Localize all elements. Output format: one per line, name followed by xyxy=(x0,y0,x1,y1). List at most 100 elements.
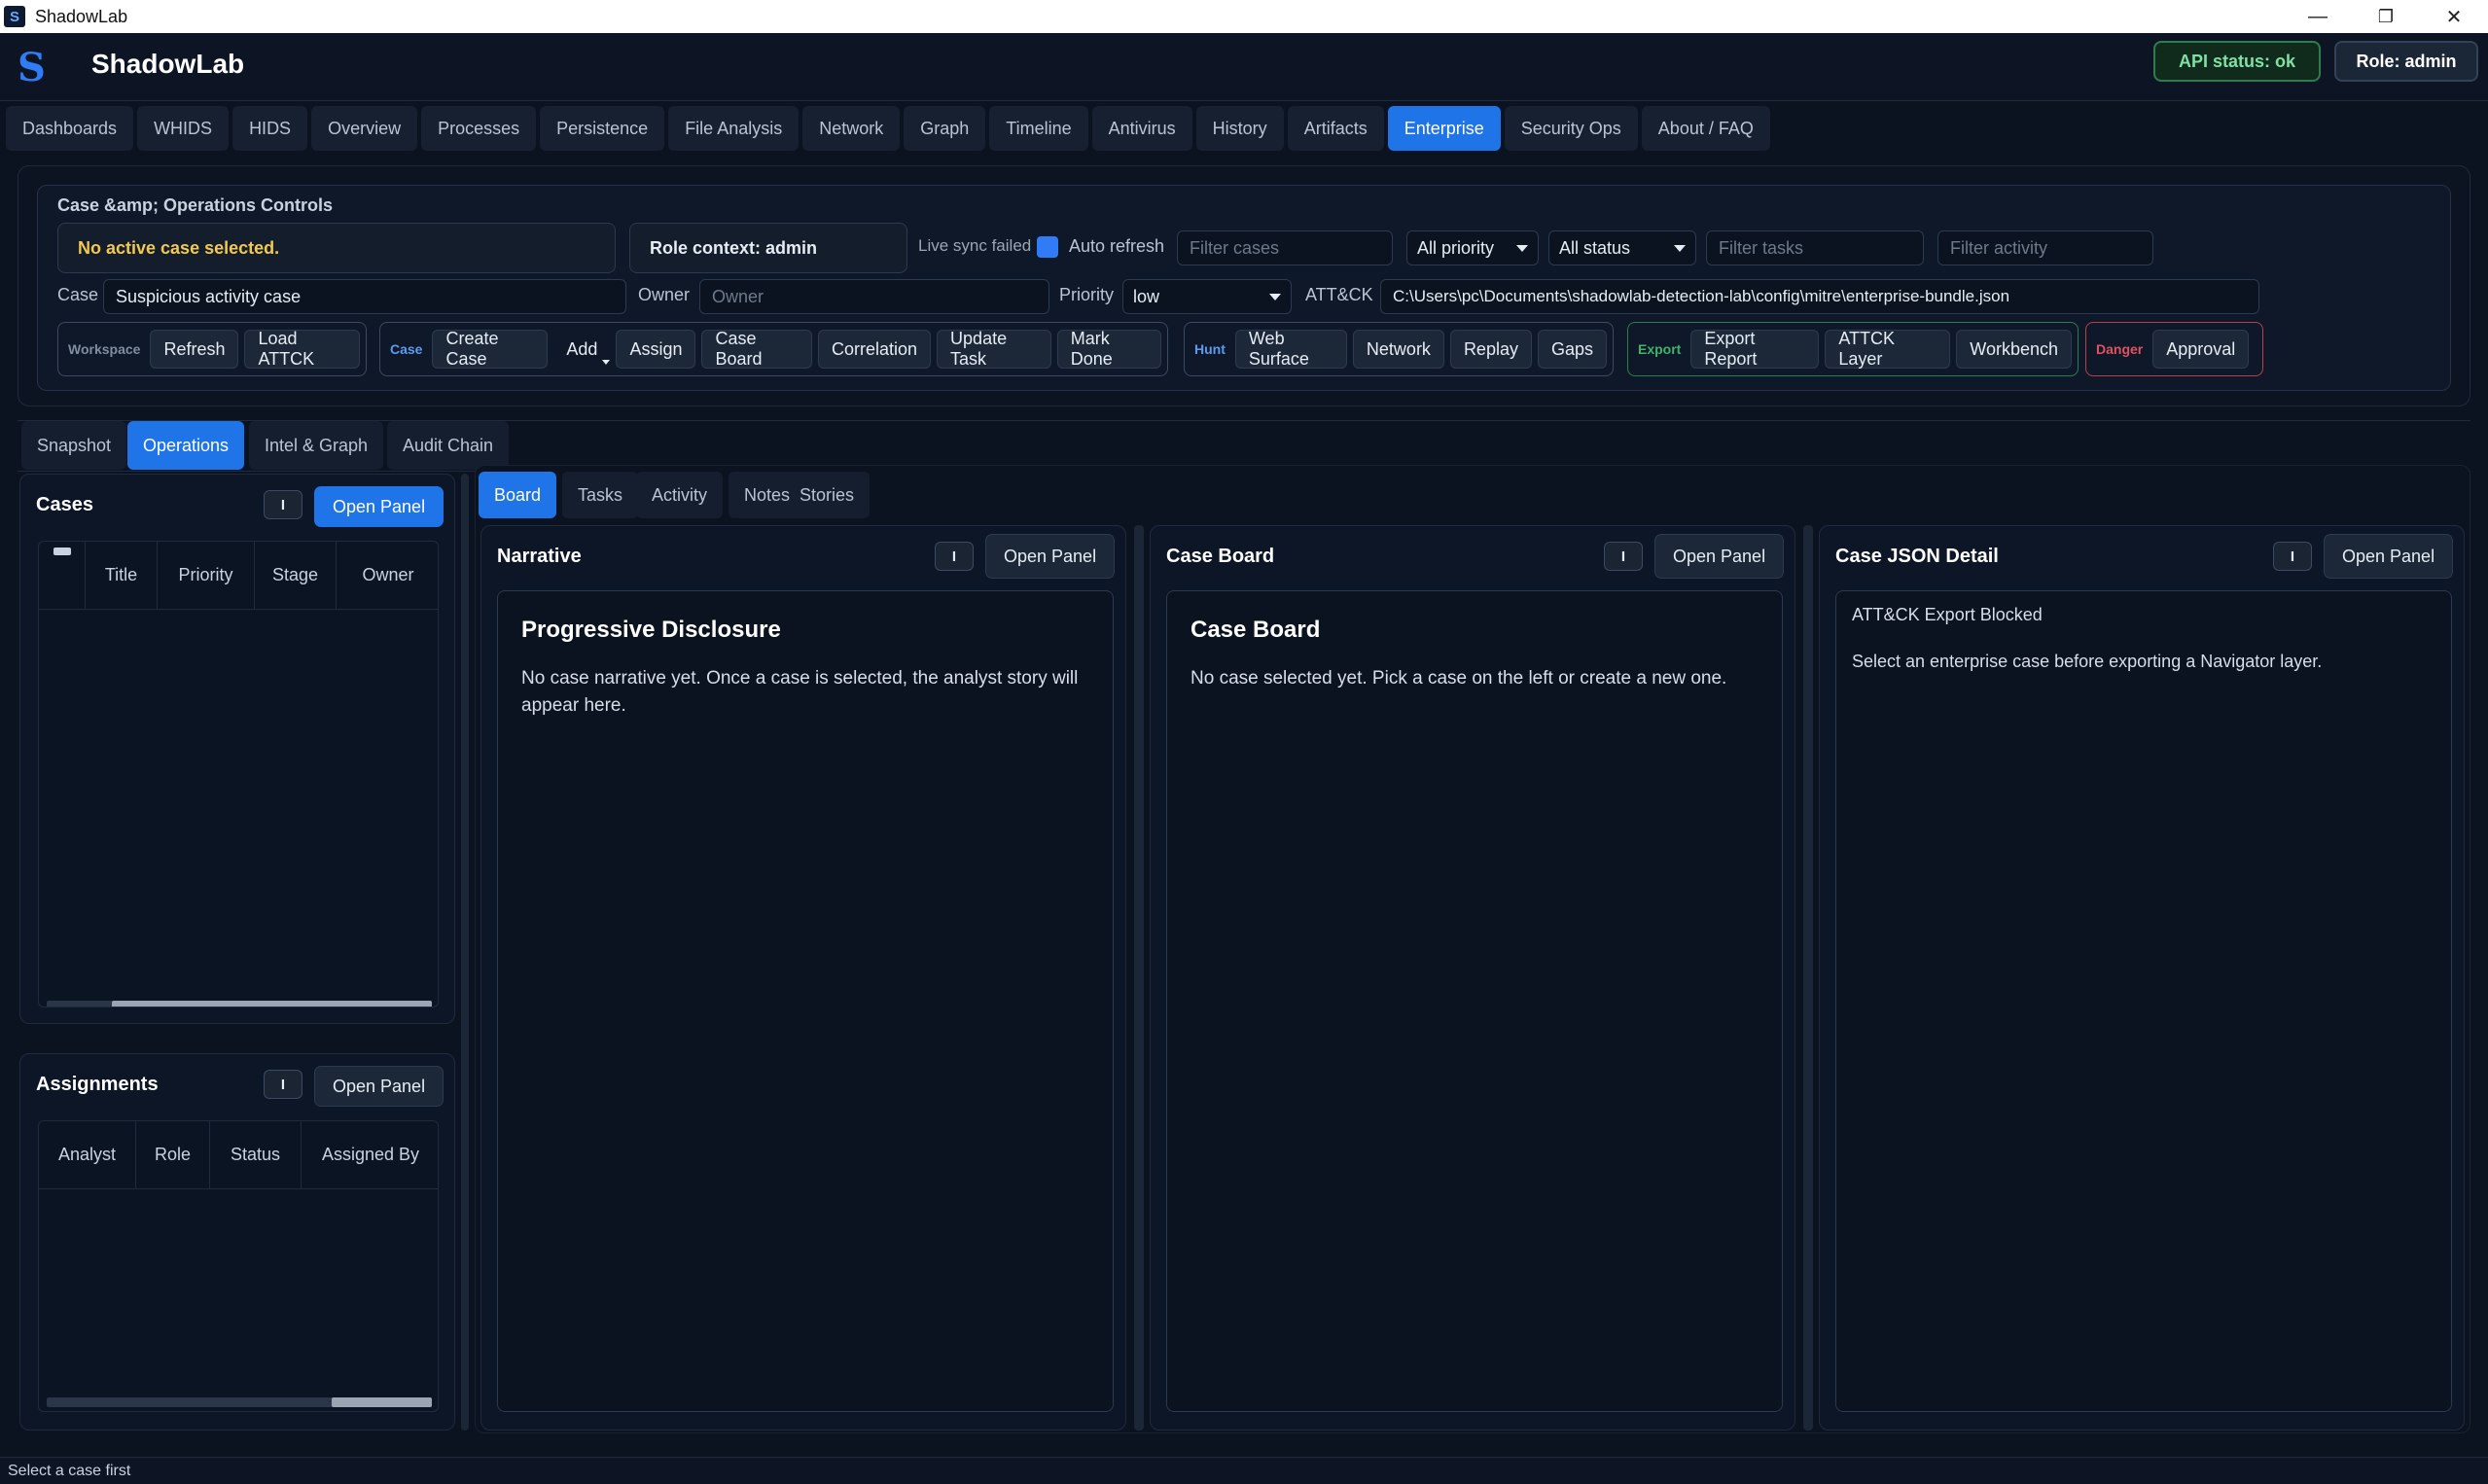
column-stage[interactable]: Stage xyxy=(255,542,337,610)
case-label: Case xyxy=(57,285,99,304)
export-report-button[interactable]: Export Report xyxy=(1690,329,1820,369)
role-badge[interactable]: Role: admin xyxy=(2334,41,2478,82)
filter-activity-input[interactable]: Filter activity xyxy=(1937,230,2153,265)
status-filter-select[interactable]: All status xyxy=(1548,230,1696,265)
add-label: Add xyxy=(566,338,598,359)
info-icon[interactable]: I xyxy=(2273,542,2312,571)
board-tab-board[interactable]: Board xyxy=(479,472,557,518)
case-board-button[interactable]: Case Board xyxy=(701,329,812,369)
workbench-button[interactable]: Workbench xyxy=(1956,330,2072,369)
narrative-heading: Progressive Disclosure xyxy=(521,617,781,643)
tab-persistence[interactable]: Persistence xyxy=(540,106,665,151)
open-cases-panel-button[interactable]: Open Panel xyxy=(314,486,444,527)
subtab-intel-graph[interactable]: Intel & Graph xyxy=(249,421,384,470)
info-icon[interactable]: I xyxy=(264,490,302,519)
info-icon[interactable]: I xyxy=(1604,542,1643,571)
tab-antivirus[interactable]: Antivirus xyxy=(1091,106,1192,151)
mark-done-button[interactable]: Mark Done xyxy=(1056,329,1161,369)
filter-tasks-input[interactable]: Filter tasks xyxy=(1706,230,1924,265)
info-icon[interactable]: I xyxy=(264,1070,302,1099)
approval-button[interactable]: Approval xyxy=(2152,330,2250,369)
tab-about-faq[interactable]: About / FAQ xyxy=(1641,106,1770,151)
tab-overview[interactable]: Overview xyxy=(311,106,418,151)
web-surface-button[interactable]: Web Surface xyxy=(1234,329,1347,369)
info-icon[interactable]: I xyxy=(935,542,974,571)
tab-artifacts[interactable]: Artifacts xyxy=(1287,106,1384,151)
narrative-panel: Narrative I Open Panel Progressive Discl… xyxy=(480,525,1126,1431)
open-assignments-panel-button[interactable]: Open Panel xyxy=(314,1066,444,1107)
tab-hids[interactable]: HIDS xyxy=(232,106,308,151)
subtab-audit-chain[interactable]: Audit Chain xyxy=(387,421,510,470)
chevron-down-icon xyxy=(1269,294,1281,300)
case-json-title: Case JSON Detail xyxy=(1835,546,1999,567)
tab-history[interactable]: History xyxy=(1195,106,1284,151)
case-board-heading: Case Board xyxy=(1191,617,1321,643)
divider xyxy=(18,420,2470,421)
board-tab-notes-stories[interactable]: Notes Stories xyxy=(729,472,871,518)
open-narrative-panel-button[interactable]: Open Panel xyxy=(985,534,1116,579)
attck-layer-button[interactable]: ATTCK Layer xyxy=(1825,329,1951,369)
cases-scrollbar[interactable] xyxy=(47,1001,432,1007)
column-assigned-by[interactable]: Assigned By xyxy=(302,1121,438,1189)
column-analyst[interactable]: Analyst xyxy=(39,1121,136,1189)
tab-security-ops[interactable]: Security Ops xyxy=(1504,106,1638,151)
tab-dashboards[interactable]: Dashboards xyxy=(6,106,134,151)
subtab-operations[interactable]: Operations xyxy=(127,421,245,470)
open-case-board-panel-button[interactable]: Open Panel xyxy=(1654,534,1785,579)
splitter-handle[interactable] xyxy=(461,474,469,1431)
scrollbar-thumb[interactable] xyxy=(332,1397,432,1407)
tab-enterprise[interactable]: Enterprise xyxy=(1387,106,1501,151)
column-title[interactable]: Title xyxy=(86,542,158,610)
column-owner[interactable]: Owner xyxy=(337,542,438,610)
window-titlebar: S ShadowLab — ❐ ✕ xyxy=(0,0,2488,33)
app-icon: S xyxy=(4,6,25,27)
cases-title: Cases xyxy=(36,494,93,515)
splitter-handle[interactable] xyxy=(1134,525,1144,1431)
select-all-icon[interactable] xyxy=(39,542,86,610)
tab-file-analysis[interactable]: File Analysis xyxy=(668,106,800,151)
case-name-input[interactable]: Suspicious activity case xyxy=(103,279,626,314)
main-tab-bar: Dashboards WHIDS HIDS Overview Processes… xyxy=(0,101,2488,156)
subtab-snapshot[interactable]: Snapshot xyxy=(21,421,127,470)
board-tab-activity[interactable]: Activity xyxy=(636,472,724,518)
assignments-scrollbar[interactable] xyxy=(47,1397,432,1407)
case-tag: Case xyxy=(390,341,423,357)
tab-processes[interactable]: Processes xyxy=(421,106,537,151)
column-status[interactable]: Status xyxy=(210,1121,302,1189)
restore-icon[interactable]: ❐ xyxy=(2352,0,2420,33)
refresh-button[interactable]: Refresh xyxy=(150,330,239,369)
assignments-table: Analyst Role Status Assigned By xyxy=(38,1120,439,1412)
cases-table: Title Priority Stage Owner xyxy=(38,541,439,1007)
scrollbar-thumb[interactable] xyxy=(112,1001,432,1007)
replay-button[interactable]: Replay xyxy=(1449,330,1532,369)
attck-bundle-path-input[interactable]: C:\Users\pc\Documents\shadowlab-detectio… xyxy=(1380,279,2259,314)
priority-filter-select[interactable]: All priority xyxy=(1406,230,1539,265)
correlation-button[interactable]: Correlation xyxy=(818,330,932,369)
minimize-icon[interactable]: — xyxy=(2284,0,2352,33)
column-priority[interactable]: Priority xyxy=(158,542,255,610)
add-dropdown-button[interactable]: Add xyxy=(553,330,611,369)
open-case-json-panel-button[interactable]: Open Panel xyxy=(2324,534,2454,579)
assign-button[interactable]: Assign xyxy=(616,330,696,369)
network-button[interactable]: Network xyxy=(1352,330,1444,369)
update-task-button[interactable]: Update Task xyxy=(937,329,1051,369)
gaps-button[interactable]: Gaps xyxy=(1537,330,1607,369)
tab-timeline[interactable]: Timeline xyxy=(989,106,1088,151)
window-title: ShadowLab xyxy=(35,6,128,26)
create-case-button[interactable]: Create Case xyxy=(432,329,549,369)
filter-cases-input[interactable]: Filter cases xyxy=(1177,230,1393,265)
tab-whids[interactable]: WHIDS xyxy=(137,106,230,151)
auto-refresh-checkbox[interactable] xyxy=(1037,236,1058,258)
owner-input[interactable]: Owner xyxy=(699,279,1049,314)
danger-group: Danger Approval xyxy=(2085,322,2263,376)
close-icon[interactable]: ✕ xyxy=(2420,0,2488,33)
splitter-handle[interactable] xyxy=(1803,525,1813,1431)
case-json-card: ATT&CK Export Blocked Select an enterpri… xyxy=(1835,590,2452,1412)
load-attck-button[interactable]: Load ATTCK xyxy=(244,329,360,369)
priority-select[interactable]: low xyxy=(1122,279,1292,314)
column-role[interactable]: Role xyxy=(136,1121,210,1189)
tab-graph[interactable]: Graph xyxy=(904,106,986,151)
tab-network[interactable]: Network xyxy=(802,106,901,151)
board-tab-tasks[interactable]: Tasks xyxy=(562,472,639,518)
priority-value: low xyxy=(1133,286,1160,306)
